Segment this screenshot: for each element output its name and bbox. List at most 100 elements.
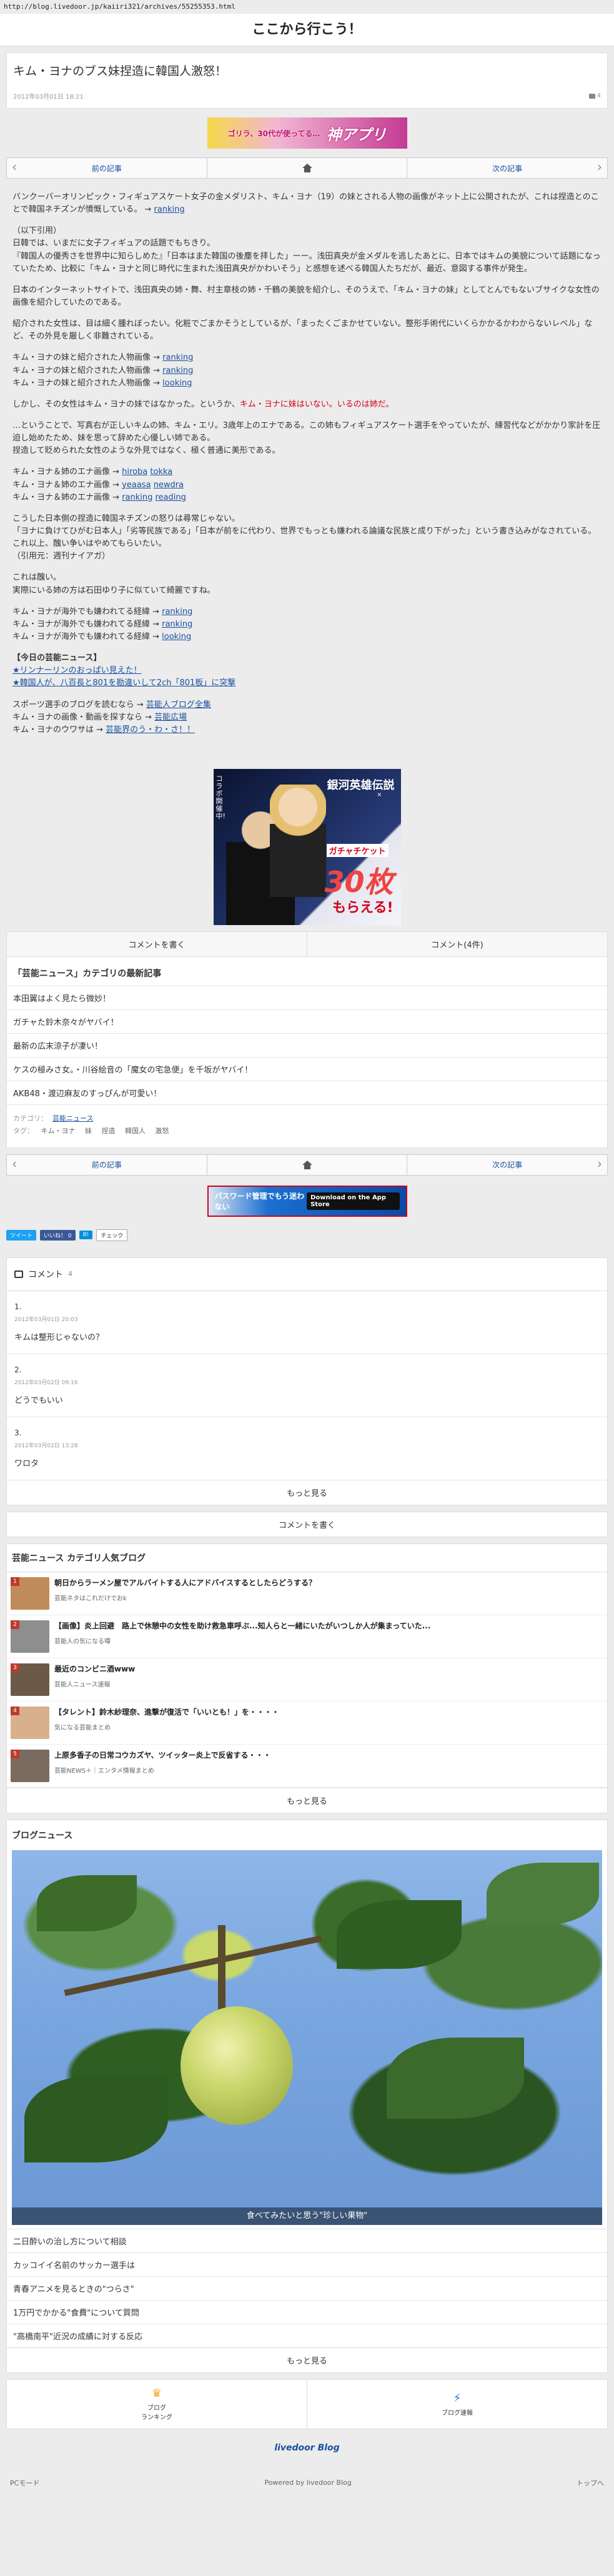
comments-count: 4 [68, 1270, 72, 1279]
photo-leaf [337, 1900, 462, 1969]
photo-branch [64, 1934, 322, 1996]
facebook-like-button[interactable]: いいね！ 0 [40, 1229, 76, 1241]
pc-mode-link[interactable]: PCモード [10, 2478, 39, 2488]
comment-item: 2. 2012年03月02日 09:16 どうでもいい [7, 1354, 607, 1417]
image-link[interactable]: yeaasa [122, 480, 151, 490]
tweet-button[interactable]: ツイート [6, 1229, 37, 1241]
blog-link[interactable]: 芸能界のう・わ・さ！！ [106, 725, 195, 735]
hatena-bookmark-button[interactable]: B! [79, 1231, 93, 1240]
image-link[interactable]: newdra [154, 480, 184, 490]
tag-link[interactable]: 激怒 [156, 1127, 169, 1135]
comment-bubble-icon [588, 93, 595, 99]
blog-thumbnail: 2 [11, 1620, 49, 1653]
livedoor-blog-logo[interactable]: livedoor Blog [0, 2429, 614, 2467]
ranking-more-button[interactable]: もっと見る [7, 1787, 607, 1813]
category-article-link[interactable]: ガチャた鈴木奈々がヤバイ！ [7, 1009, 607, 1033]
check-button[interactable]: チェック [96, 1229, 128, 1241]
lightning-icon: ⚡ [453, 2391, 462, 2405]
highlight-text: キム・ヨナに妹はいない。いるのは姉だ。 [239, 399, 394, 409]
ranking-link[interactable]: ranking [162, 607, 192, 617]
blog-news-link[interactable]: カッコイイ名前のサッカー選手は [7, 2252, 607, 2276]
looking-link[interactable]: looking [162, 632, 191, 642]
ranking-link[interactable]: ranking [154, 205, 184, 214]
looking-link[interactable]: looking [162, 379, 192, 388]
photo-leaf [487, 1862, 599, 1925]
blog-link[interactable]: 芸能人ブログ全集 [146, 700, 211, 710]
popular-blog-item[interactable]: 3 最近のコンビニ酒www 芸能人ニュース速報 [7, 1658, 607, 1702]
comments-section: コメント 4 1. 2012年03月01日 20:03 キムは整形じゃないの？ … [6, 1257, 608, 1505]
image-link[interactable]: tokka [150, 467, 172, 477]
next-article-button[interactable]: 次の記事 [407, 1155, 607, 1175]
top-ad-banner[interactable]: ゴリラ、30代が使ってる… 神アプリ [207, 117, 407, 149]
popular-blog-item[interactable]: 5 上原多香子の日常コウカズヤ、ツイッター炎上で反省する・・・ 芸能NEWS＋｜エ… [7, 1745, 607, 1788]
popular-blog-item[interactable]: 4 【タレント】鈴木紗理奈、進撃が復活で「いいとも！」を・・・・ 気になる芸能まと… [7, 1702, 607, 1745]
news-link[interactable]: ★韓国人が、八百長と801を勘違いして2ch「801板」に突撃 [12, 677, 602, 690]
crown-icon: ♛ [151, 2387, 162, 2400]
photo-leaf [387, 2037, 524, 2119]
tag-link[interactable]: 妹 [85, 1127, 92, 1135]
site-title[interactable]: ここから行こう！ [0, 14, 614, 46]
prev-article-button[interactable]: 前の記事 [7, 1154, 207, 1175]
category-link[interactable]: 芸能ニュース [52, 1114, 93, 1122]
blog-thumbnail: 1 [11, 1577, 49, 1610]
article-date: 2012年03月01日 18:21 [13, 94, 84, 101]
image-link[interactable]: ranking [122, 493, 152, 502]
blog-thumbnail: 4 [11, 1706, 49, 1739]
app-store-badge[interactable]: Download on the App Store [307, 1192, 400, 1210]
app-ad-banner[interactable]: パスワード管理でもう迷わない Download on the App Store [207, 1185, 407, 1217]
blog-news-flash-button[interactable]: ⚡ ブログ速報 [307, 2380, 607, 2429]
category-article-link[interactable]: ケスの極みさ女。・川谷絵音の「魔女の宅急便」を千坂がヤバイ！ [7, 1056, 607, 1081]
article-footer: コメントを書く コメント(4件) 「芸能ニュース」カテゴリの最新記事 本田翼はよ… [6, 931, 608, 1148]
blog-thumbnail: 3 [11, 1663, 49, 1696]
prev-article-button[interactable]: 前の記事 [7, 158, 207, 178]
home-icon [302, 164, 312, 172]
write-comment-button[interactable]: コメントを書く [7, 931, 307, 956]
ranking-link[interactable]: ranking [162, 353, 193, 362]
view-comments-button[interactable]: コメント(4件) [307, 931, 607, 956]
photo-fruit [181, 2006, 293, 2125]
photo-caption: 食べてみたいと思う"珍しい果物" [12, 2207, 602, 2225]
popular-blog-item[interactable]: 1 朝日からラーメン屋でアルバイトする人にアドバイスするとしたらどうする？ 芸能ネ… [7, 1572, 607, 1615]
home-button[interactable] [207, 1154, 408, 1175]
category-article-link[interactable]: 最新の広末涼子が凄い！ [7, 1033, 607, 1057]
blog-news-link[interactable]: 二日酔いの治し方について相談 [7, 2228, 607, 2252]
ad-get: もらえる! [332, 899, 394, 916]
article-header: キム・ヨナのブス妹捏造に韓国人激怒！ 2012年03月01日 18:21 4 [6, 52, 608, 109]
article-nav-bottom: 前の記事 次の記事 [6, 1154, 608, 1176]
url-bar: http://blog.livedoor.jp/kaiiri321/archiv… [4, 2, 235, 11]
home-button[interactable] [207, 158, 408, 178]
tag-link[interactable]: キム・ヨナ [41, 1127, 76, 1135]
ad-title: 銀河英雄伝説 [327, 778, 395, 792]
popular-blog-item[interactable]: 2 【画像】炎上回避 路上で休憩中の女性を助け救急車呼ぶ...知人らと一緒にいた… [7, 1615, 607, 1658]
ad-big-text: 神アプリ [326, 126, 387, 144]
news-link[interactable]: ★リンナーリンのおっぱい見えた！ [12, 665, 602, 677]
blog-news-link[interactable]: 1万円でかかる"食費"について質問 [7, 2299, 607, 2324]
image-link[interactable]: hiroba [122, 467, 147, 477]
game-ad-image[interactable]: コラボ開催中! 銀河英雄伝説 × ガチャチケット 30枚 もらえる! [213, 768, 401, 925]
article-body: バンクーバーオリンピック・フィギュアスケート女子の金メダリスト、キム・ヨナ（19… [12, 192, 602, 735]
blog-link[interactable]: 芸能広場 [154, 713, 187, 722]
article-nav-top: 前の記事 次の記事 [6, 157, 608, 179]
tag-link[interactable]: 捏造 [102, 1127, 116, 1135]
blog-news-link[interactable]: 青春アニメを見るときの"つらさ" [7, 2276, 607, 2300]
category-article-link[interactable]: AKB48・渡辺麻友のすっぴんが可愛い！ [7, 1080, 607, 1104]
comment-count[interactable]: 4 [588, 91, 601, 101]
category-article-link[interactable]: 本田翼はよく見たら微妙！ [7, 985, 607, 1009]
blog-news-section: ブログニュース 食べてみたいと思う"珍しい果物" 二日酔いの治し方について相談 … [6, 1819, 608, 2373]
back-to-top-link[interactable]: トップへ [577, 2478, 604, 2488]
blog-news-photo[interactable]: 食べてみたいと思う"珍しい果物" [12, 1850, 602, 2225]
ad-vertical-text: コラボ開催中! [215, 774, 225, 821]
ad-count: 30枚 [324, 864, 394, 899]
comments-more-button[interactable]: もっと見る [7, 1480, 607, 1505]
write-comment-button[interactable]: コメントを書く [6, 1511, 608, 1537]
blog-news-link[interactable]: "高橋南平"近況の成績に対する反応 [7, 2323, 607, 2347]
image-link[interactable]: reading [156, 493, 186, 502]
blog-ranking-button[interactable]: ♛ ブログ ランキング [7, 2379, 307, 2429]
ranking-link[interactable]: ranking [162, 620, 192, 629]
next-article-button[interactable]: 次の記事 [407, 158, 607, 178]
ad-ticket: ガチャチケット [326, 843, 389, 857]
news-header: 【今日の芸能ニュース】 [12, 653, 102, 663]
blog-news-more-button[interactable]: もっと見る [7, 2347, 607, 2372]
ranking-link[interactable]: ranking [162, 366, 193, 375]
tag-link[interactable]: 韓国人 [125, 1127, 146, 1135]
